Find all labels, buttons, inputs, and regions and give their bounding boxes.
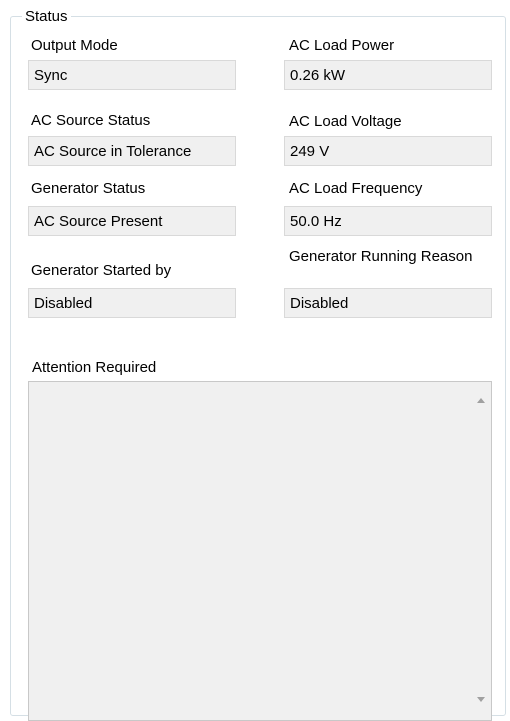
attention-required-textarea[interactable] [28, 381, 492, 721]
attention-scrollbar[interactable] [471, 382, 491, 720]
ac-load-power-label: AC Load Power [289, 37, 395, 54]
generator-running-reason-label: Generator Running Reason [289, 248, 473, 265]
ac-load-frequency-field[interactable]: 50.0 Hz [284, 206, 492, 236]
ac-load-voltage-label: AC Load Voltage [289, 113, 402, 130]
generator-status-label: Generator Status [31, 180, 146, 197]
ac-source-status-label: AC Source Status [31, 112, 151, 129]
ac-load-frequency-label: AC Load Frequency [289, 180, 423, 197]
chevron-down-icon[interactable] [477, 697, 485, 702]
generator-running-reason-field[interactable]: Disabled [284, 288, 492, 318]
chevron-up-icon[interactable] [477, 398, 485, 403]
output-mode-field[interactable]: Sync [28, 60, 236, 90]
ac-source-status-field[interactable]: AC Source in Tolerance [28, 136, 236, 166]
generator-started-by-label: Generator Started by [31, 262, 172, 279]
generator-started-by-field[interactable]: Disabled [28, 288, 236, 318]
attention-required-label: Attention Required [32, 359, 157, 376]
generator-status-field[interactable]: AC Source Present [28, 206, 236, 236]
output-mode-label: Output Mode [31, 37, 118, 54]
ac-load-voltage-field[interactable]: 249 V [284, 136, 492, 166]
ac-load-power-field[interactable]: 0.26 kW [284, 60, 492, 90]
status-group-title: Status [22, 8, 71, 25]
